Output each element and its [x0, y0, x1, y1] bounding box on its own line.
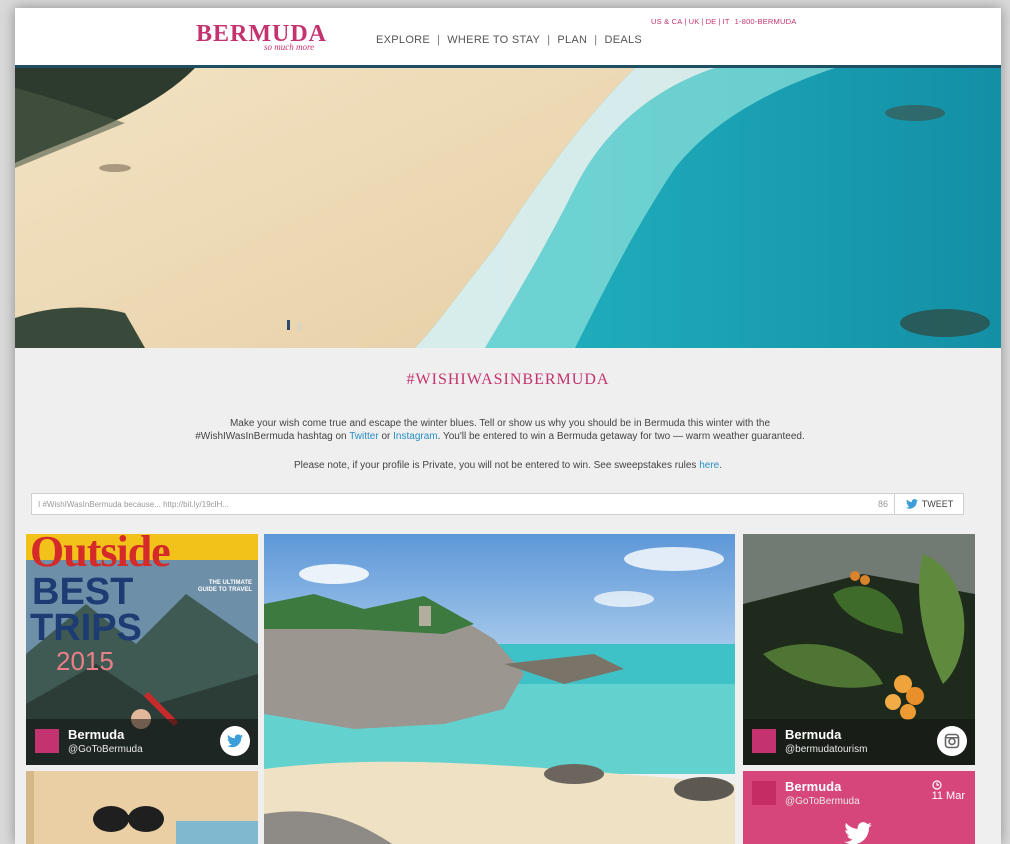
tweet-button-label: TWEET	[921, 499, 954, 509]
feed-tile-loquat[interactable]: Bermuda @bermudatourism	[743, 534, 975, 765]
tile-caption: Bermuda @bermudatourism	[743, 719, 975, 765]
twitter-link[interactable]: Twitter	[349, 431, 378, 442]
nav-where-to-stay[interactable]: WHERE TO STAY	[447, 34, 540, 46]
nav-plan[interactable]: PLAN	[557, 34, 587, 46]
author-handle[interactable]: @bermudatourism	[785, 744, 867, 755]
locale-us-ca[interactable]: US & CA	[651, 17, 682, 26]
bermuda-logo[interactable]: BERMUDA so much more	[196, 21, 336, 55]
feed-tile-magazine[interactable]: Outside BEST TRIPS 2015 THE ULTIMATE GUI…	[26, 534, 258, 765]
tweet-input[interactable]	[32, 494, 888, 514]
author-name: Bermuda	[68, 727, 125, 742]
site-header: BERMUDA so much more EXPLORE | WHERE TO ST…	[15, 8, 1001, 68]
instagram-link[interactable]: Instagram	[393, 431, 437, 442]
magazine-year: 2015	[56, 646, 114, 676]
magazine-sidebar: THE ULTIMATE GUIDE TO TRAVEL	[197, 580, 252, 593]
twitter-bird-icon	[905, 499, 918, 509]
main-nav: EXPLORE | WHERE TO STAY | PLAN | DEALS	[376, 34, 642, 46]
tile-caption: Bermuda @GoToBermuda	[26, 719, 258, 765]
author-handle[interactable]: @GoToBermuda	[68, 744, 143, 755]
twitter-bird-icon	[844, 822, 872, 844]
nav-separator: |	[594, 34, 598, 46]
instagram-icon	[937, 726, 967, 756]
feed-tile-sunglasses[interactable]	[26, 771, 258, 844]
feed-tile-coast[interactable]	[264, 534, 735, 844]
locale-uk[interactable]: UK	[689, 17, 700, 26]
sweepstakes-note: Please note, if your profile is Private,…	[293, 460, 722, 471]
author-handle[interactable]: @GoToBermuda	[785, 796, 860, 807]
char-count: 86	[878, 499, 889, 509]
rules-text: Please note, if your profile is Private,…	[293, 460, 700, 471]
magazine-headline-trips: TRIPS	[30, 607, 142, 649]
intro-after: . You'll be entered to win a Bermuda get…	[437, 431, 805, 442]
twitter-icon	[220, 726, 250, 756]
rules-link[interactable]: here	[699, 460, 719, 471]
logo-tagline: so much more	[264, 42, 315, 52]
nav-separator: |	[547, 34, 551, 46]
nav-separator: |	[437, 34, 441, 46]
author-name: Bermuda	[785, 727, 842, 742]
hero-beach-image	[15, 68, 1001, 348]
magazine-headline-best: BEST	[32, 571, 134, 613]
locale-de[interactable]: DE	[706, 17, 717, 26]
page: BERMUDA so much more EXPLORE | WHERE TO ST…	[15, 8, 1001, 844]
avatar	[752, 729, 776, 753]
feed-tile-tweet[interactable]: Bermuda @GoToBermuda 11 Mar	[743, 771, 975, 844]
campaign-intro: Make your wish come true and escape the …	[180, 417, 820, 443]
utility-nav: US & CA | UK | DE | IT 1-800-BERMUDA	[651, 17, 797, 26]
tweet-button[interactable]: TWEET	[894, 494, 964, 514]
avatar	[35, 729, 59, 753]
locale-it[interactable]: IT	[723, 17, 730, 26]
avatar	[752, 781, 776, 805]
nav-explore[interactable]: EXPLORE	[376, 34, 430, 46]
tweet-date: 11 Mar	[932, 780, 965, 802]
author-name: Bermuda	[785, 779, 842, 794]
clock-icon	[931, 780, 942, 790]
intro-or: or	[378, 431, 394, 442]
nav-deals[interactable]: DEALS	[604, 34, 642, 46]
campaign-title: #WISHIWASINBERMUDA	[406, 371, 610, 388]
phone-number[interactable]: 1-800-BERMUDA	[735, 17, 797, 26]
tweet-composer: 86 TWEET	[31, 493, 964, 515]
